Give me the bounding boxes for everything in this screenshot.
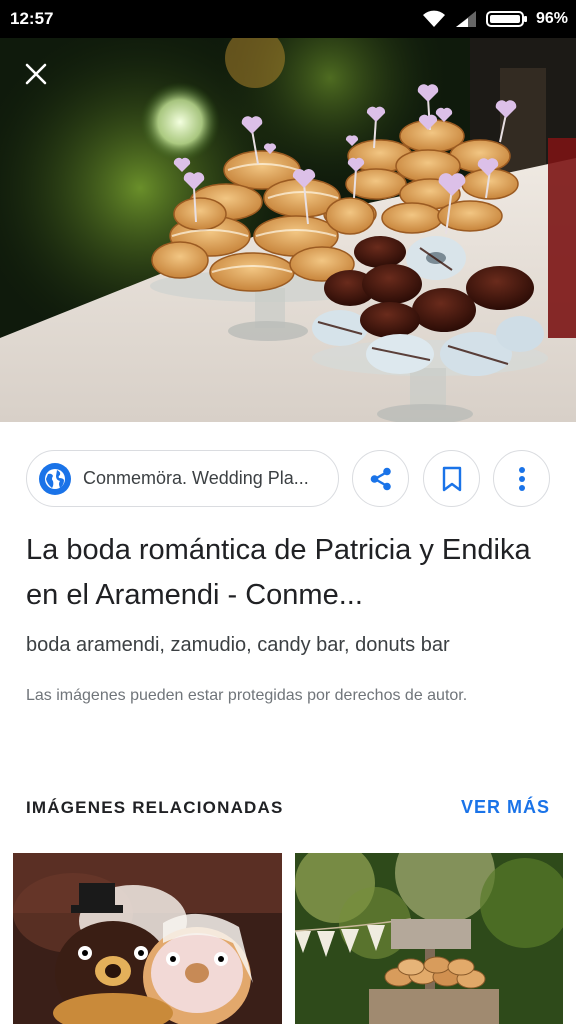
battery-percentage: 96% xyxy=(535,10,568,27)
more-options-button[interactable] xyxy=(493,450,550,507)
see-more-link[interactable]: VER MÁS xyxy=(461,797,550,818)
donut-couple-photo xyxy=(13,853,282,1024)
related-image-thumbnail[interactable] xyxy=(295,853,563,1024)
related-image-thumbnail[interactable] xyxy=(13,853,282,1024)
close-icon xyxy=(25,63,47,85)
main-image[interactable] xyxy=(0,38,576,422)
share-button[interactable] xyxy=(352,450,409,507)
source-chip[interactable]: Conmemöra. Wedding Pla... xyxy=(26,450,339,507)
wood-stand-donuts-photo xyxy=(295,853,563,1024)
status-bar: 12:57 96% xyxy=(0,0,576,38)
wifi-icon xyxy=(422,10,445,27)
globe-icon xyxy=(39,462,71,495)
related-images-heading: IMÁGENES RELACIONADAS xyxy=(26,798,284,817)
status-time: 12:57 xyxy=(10,9,54,28)
bookmark-icon xyxy=(442,466,461,491)
result-title[interactable]: La boda romántica de Patricia y Endika e… xyxy=(26,528,556,618)
signal-icon xyxy=(455,11,476,27)
result-tags: boda aramendi, zamudio, candy bar, donut… xyxy=(26,634,450,656)
bookmark-button[interactable] xyxy=(423,450,480,507)
copyright-notice: Las imágenes pueden estar protegidas por… xyxy=(26,687,468,704)
donuts-photo xyxy=(0,38,576,422)
source-label: Conmemöra. Wedding Pla... xyxy=(83,468,309,488)
battery-icon xyxy=(485,11,527,27)
more-vertical-icon xyxy=(518,466,525,491)
status-icons: 96% xyxy=(422,8,568,30)
close-button[interactable] xyxy=(18,56,54,92)
share-icon xyxy=(370,467,391,490)
